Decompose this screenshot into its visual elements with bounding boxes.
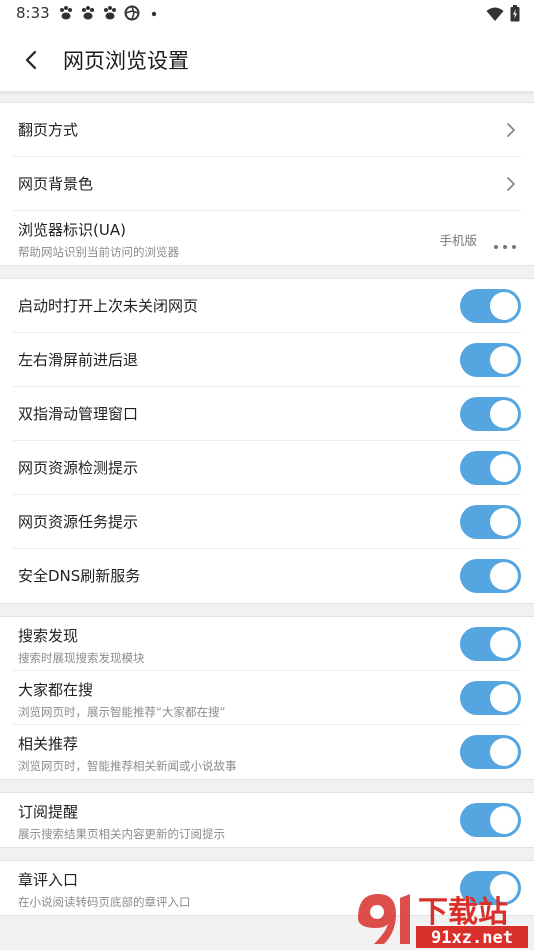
subscribe-group: 订阅提醒 展示搜索结果页相关内容更新的订阅提示 [0,792,534,848]
paw-icon [80,5,96,21]
setting-label: 搜索发现 [18,627,79,645]
status-time: 8:33 [16,4,50,22]
back-arrow-icon[interactable] [18,46,46,74]
setting-restore-last-pages: 启动时打开上次未关闭网页 [13,279,521,333]
wifi-icon [486,6,504,26]
battery-icon [510,5,520,26]
more-dots-icon[interactable] [493,235,517,249]
setting-label: 双指滑动管理窗口 [18,405,139,423]
toggle-switch-on[interactable] [460,343,521,377]
toggle-knob [490,562,518,590]
toggle-knob [490,508,518,536]
toggle-switch-on[interactable] [460,397,521,431]
chevron-right-icon [503,174,519,194]
setting-label: 网页资源检测提示 [18,459,139,477]
setting-value: 手机版 [439,233,477,248]
setting-label: 订阅提醒 [18,803,79,821]
setting-label: 左右滑屏前进后退 [18,351,139,369]
setting-two-finger-windows: 双指滑动管理窗口 [13,387,521,441]
toggle-knob [490,292,518,320]
setting-secure-dns: 安全DNS刷新服务 [13,549,521,603]
setting-label: 安全DNS刷新服务 [18,567,141,585]
setting-resource-detect: 网页资源检测提示 [13,441,521,495]
toggle-switch-on[interactable] [460,559,521,593]
toggle-knob [490,630,518,658]
setting-subscribe-reminder: 订阅提醒 展示搜索结果页相关内容更新的订阅提示 [13,793,521,847]
setting-label: 启动时打开上次未关闭网页 [18,297,199,315]
toggle-switch-on[interactable] [460,735,521,769]
site-watermark: 下载站 91xz.net [354,888,530,950]
watermark-logo-text: 下载站 [418,895,508,930]
paw-icon [58,5,74,21]
watermark-url-text: 91xz.net [431,928,513,948]
setting-user-agent[interactable]: 浏览器标识(UA) 帮助网站识别当前访问的浏览器 手机版 [13,211,521,265]
setting-label: 网页背景色 [18,175,94,193]
setting-search-discovery: 搜索发现 搜索时展现搜索发现模块 [13,617,521,671]
setting-label: 浏览器标识(UA) [18,221,126,239]
setting-label: 章评入口 [18,871,79,889]
status-bar: 8:33 [0,0,534,28]
toggle-knob [490,454,518,482]
nav-settings-group: 翻页方式 网页背景色 浏览器标识(UA) 帮助网站识别当前访问的浏览器 手机版 [0,102,534,266]
notification-icons [58,5,162,21]
setting-label: 相关推荐 [18,735,79,753]
toggle-switch-on[interactable] [460,451,521,485]
setting-page-background[interactable]: 网页背景色 [13,157,521,211]
toggle-knob [490,400,518,428]
setting-everyone-searching: 大家都在搜 浏览网页时，展示智能推荐“大家都在搜” [13,671,521,725]
setting-description: 帮助网站识别当前访问的浏览器 [18,245,179,259]
toggle-knob [490,346,518,374]
setting-description: 在小说阅读转码页底部的章评入口 [18,895,191,909]
dot-icon [146,5,162,21]
aperture-icon [124,5,140,21]
setting-page-turn[interactable]: 翻页方式 [13,103,521,157]
setting-label: 网页资源任务提示 [18,513,139,531]
setting-label: 大家都在搜 [18,681,94,699]
paw-icon [102,5,118,21]
toggle-switch-on[interactable] [460,289,521,323]
setting-description: 搜索时展现搜索发现模块 [18,651,145,665]
toggle-switch-on[interactable] [460,803,521,837]
search-toggles-group: 搜索发现 搜索时展现搜索发现模块 大家都在搜 浏览网页时，展示智能推荐“大家都在… [0,616,534,780]
setting-swipe-navigation: 左右滑屏前进后退 [13,333,521,387]
page-title: 网页浏览设置 [63,49,189,73]
setting-label: 翻页方式 [18,121,79,139]
toggle-switch-on[interactable] [460,505,521,539]
app-bar: 网页浏览设置 [0,28,534,92]
setting-description: 展示搜索结果页相关内容更新的订阅提示 [18,827,225,841]
setting-resource-task: 网页资源任务提示 [13,495,521,549]
browse-toggles-group: 启动时打开上次未关闭网页 左右滑屏前进后退 双指滑动管理窗口 网页资源检测提示 … [0,278,534,604]
toggle-knob [490,806,518,834]
setting-description: 浏览网页时，智能推荐相关新闻或小说故事 [18,759,237,773]
toggle-switch-on[interactable] [460,627,521,661]
status-right [486,5,520,26]
toggle-switch-on[interactable] [460,681,521,715]
toggle-knob [490,684,518,712]
setting-related-recommend: 相关推荐 浏览网页时，智能推荐相关新闻或小说故事 [13,725,521,779]
setting-description: 浏览网页时，展示智能推荐“大家都在搜” [18,705,226,719]
toggle-knob [490,738,518,766]
chevron-right-icon [503,120,519,140]
